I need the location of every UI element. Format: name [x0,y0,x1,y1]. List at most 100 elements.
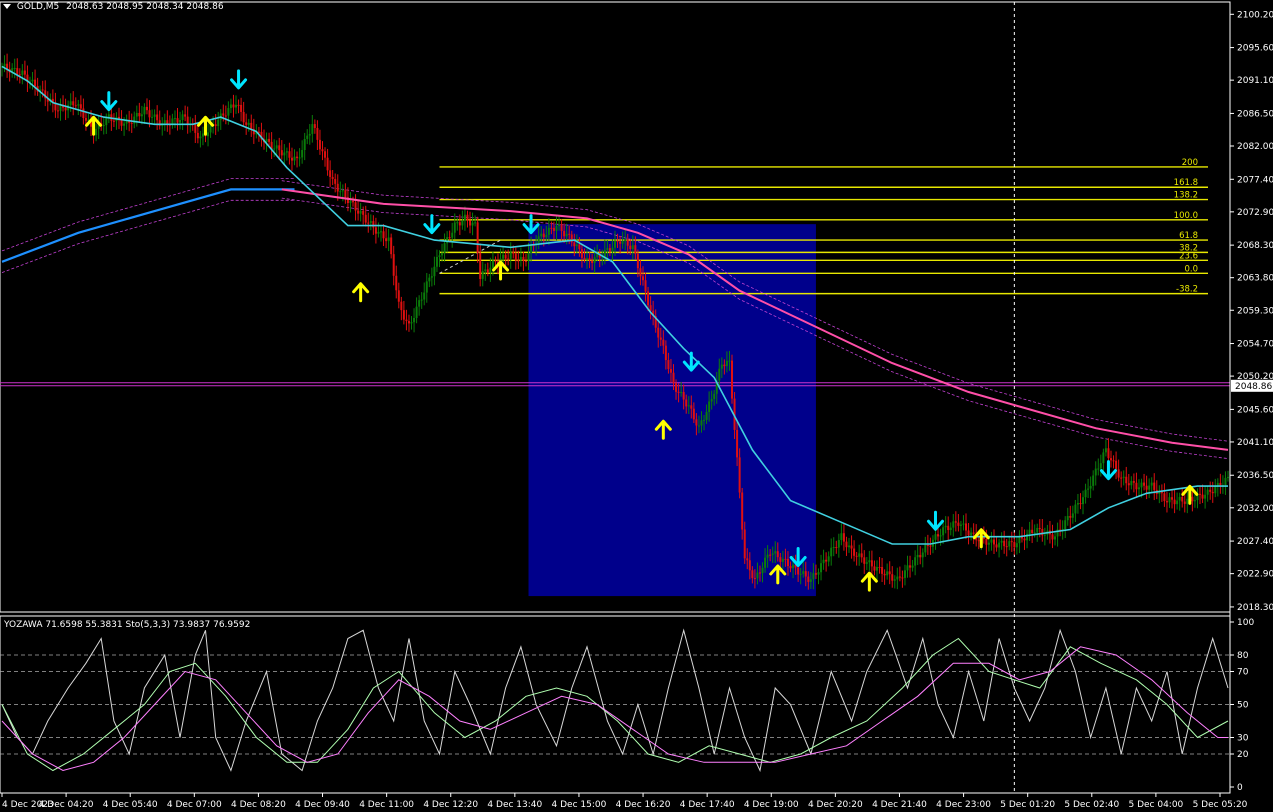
candle[interactable] [527,252,530,262]
candle[interactable] [814,573,817,575]
candle[interactable] [235,104,238,108]
candle[interactable] [560,224,563,231]
candle[interactable] [687,405,690,407]
candle[interactable] [369,221,372,223]
candle[interactable] [268,138,271,142]
arrow-down-icon[interactable] [926,510,944,531]
candle[interactable] [692,408,695,420]
candle[interactable] [540,233,543,237]
candle[interactable] [311,124,314,134]
candle[interactable] [1112,460,1115,462]
candle[interactable] [985,538,988,545]
candle[interactable] [133,116,136,124]
candle[interactable] [334,178,337,184]
candle[interactable] [1193,500,1196,502]
candle[interactable] [667,360,670,370]
candle[interactable] [944,525,947,528]
candle[interactable] [870,560,873,567]
candle[interactable] [649,305,652,311]
candle[interactable] [937,534,940,537]
candle[interactable] [275,145,278,149]
candle[interactable] [1127,483,1130,486]
candle[interactable] [461,220,464,226]
candle[interactable] [1135,482,1138,490]
candle[interactable] [619,241,622,244]
candle[interactable] [507,258,510,260]
candle[interactable] [1074,504,1077,514]
candle[interactable] [743,529,746,559]
candle[interactable] [758,572,761,574]
candle[interactable] [565,233,568,237]
candle[interactable] [616,240,619,242]
candle[interactable] [341,190,344,192]
candle[interactable] [827,556,830,562]
candle[interactable] [965,523,968,531]
candle[interactable] [1069,515,1072,518]
candle[interactable] [606,248,609,250]
candle[interactable] [631,245,634,250]
candle[interactable] [517,260,520,262]
candle[interactable] [296,156,299,159]
candle[interactable] [247,122,250,125]
candle[interactable] [524,260,527,262]
candle[interactable] [647,291,650,306]
candle[interactable] [324,151,327,158]
candle[interactable] [614,240,616,248]
candle[interactable] [1099,463,1102,469]
candle[interactable] [998,542,1001,548]
candle[interactable] [72,101,75,106]
chart-canvas[interactable]: 200161.8138.2100.061.838.223.60.0-38.221… [0,0,1273,812]
candle[interactable] [1125,476,1128,484]
candle[interactable] [550,227,553,229]
candle[interactable] [832,547,835,549]
candle[interactable] [675,383,678,392]
candle[interactable] [423,292,426,300]
candle[interactable] [1201,494,1204,499]
candle[interactable] [102,125,105,127]
candle[interactable] [713,393,716,399]
candle[interactable] [120,119,123,126]
candle[interactable] [1186,498,1189,504]
candle[interactable] [69,101,72,105]
candle[interactable] [578,244,581,250]
candle[interactable] [1087,488,1090,490]
candle[interactable] [547,227,550,235]
arrow-down-icon[interactable] [230,69,248,90]
candle[interactable] [438,255,441,257]
candle[interactable] [588,258,591,261]
candle[interactable] [746,558,749,561]
candle[interactable] [825,559,828,562]
candle[interactable] [542,233,545,238]
candle[interactable] [641,276,644,281]
candle[interactable] [942,527,945,536]
candle[interactable] [1000,540,1003,543]
candle[interactable] [809,579,812,582]
candle[interactable] [245,122,248,125]
candle[interactable] [163,120,166,124]
candle[interactable] [362,210,365,215]
candle[interactable] [489,267,492,273]
candle[interactable] [1104,448,1107,453]
candle[interactable] [883,573,886,576]
candle[interactable] [1031,529,1034,534]
candle[interactable] [723,364,726,367]
candle[interactable] [939,535,942,537]
candle[interactable] [926,544,929,546]
candle[interactable] [530,245,533,253]
candle[interactable] [1224,477,1227,486]
candle[interactable] [1227,476,1229,478]
candle[interactable] [878,566,881,568]
candle[interactable] [812,573,815,580]
candle[interactable] [786,558,789,567]
candle[interactable] [433,266,436,277]
candle[interactable] [316,127,319,140]
candle[interactable] [558,224,561,226]
candle[interactable] [835,547,838,549]
candle[interactable] [430,276,433,278]
candle[interactable] [1153,482,1156,490]
candle[interactable] [402,310,405,320]
candle[interactable] [13,68,16,70]
candle[interactable] [95,128,98,136]
candle[interactable] [784,558,787,560]
candle[interactable] [359,210,362,214]
